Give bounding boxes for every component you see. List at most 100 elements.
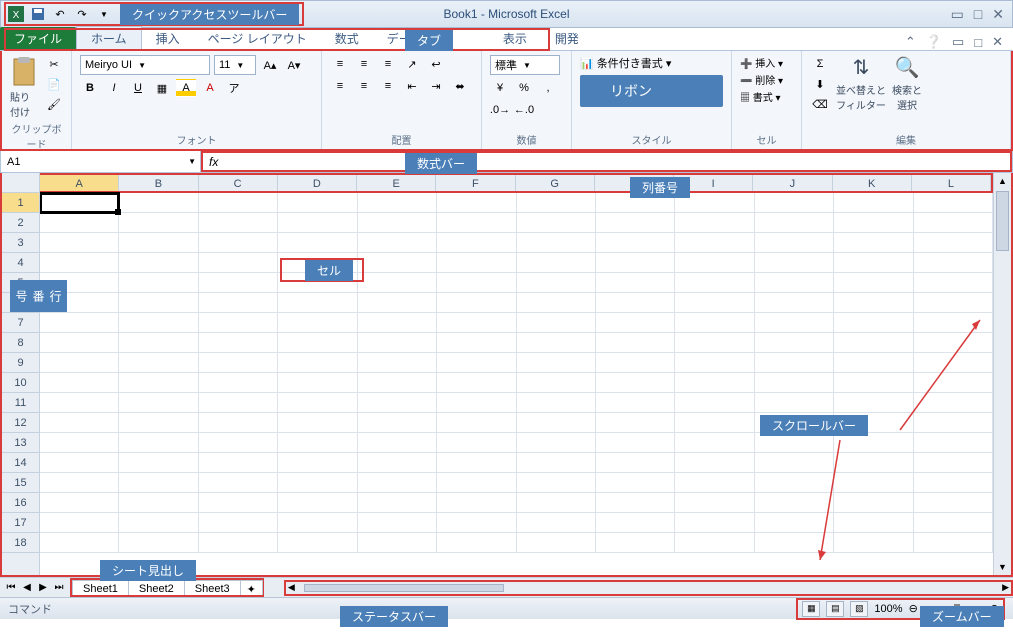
- cell-B14[interactable]: [119, 453, 198, 473]
- cell-D7[interactable]: [278, 313, 357, 333]
- cell-A9[interactable]: [40, 353, 119, 373]
- cell-I11[interactable]: [675, 393, 754, 413]
- row-header-4[interactable]: 4: [2, 253, 39, 273]
- cell-L4[interactable]: [914, 253, 993, 273]
- cell-L16[interactable]: [914, 493, 993, 513]
- sum-icon[interactable]: Σ: [810, 55, 830, 73]
- cell-F5[interactable]: [437, 273, 516, 293]
- zoom-in-icon[interactable]: ⊕: [990, 602, 999, 615]
- cell-A13[interactable]: [40, 433, 119, 453]
- cell-I2[interactable]: [675, 213, 754, 233]
- cell-E17[interactable]: [358, 513, 437, 533]
- cell-C17[interactable]: [199, 513, 278, 533]
- cell-F10[interactable]: [437, 373, 516, 393]
- cell-D8[interactable]: [278, 333, 357, 353]
- cell-G17[interactable]: [517, 513, 596, 533]
- row-header-6[interactable]: 6: [2, 293, 39, 313]
- cut-icon[interactable]: ✂: [44, 55, 64, 73]
- cell-K9[interactable]: [834, 353, 913, 373]
- cell-D13[interactable]: [278, 433, 357, 453]
- cell-D18[interactable]: [278, 533, 357, 553]
- row-header-8[interactable]: 8: [2, 333, 39, 353]
- cell-L7[interactable]: [914, 313, 993, 333]
- cell-A3[interactable]: [40, 233, 119, 253]
- col-header-A[interactable]: A: [40, 175, 119, 191]
- row-header-7[interactable]: 7: [2, 313, 39, 333]
- cell-G13[interactable]: [517, 433, 596, 453]
- sheet-prev-icon[interactable]: ◀: [20, 582, 34, 593]
- tab-insert[interactable]: 挿入: [142, 27, 194, 50]
- row-header-10[interactable]: 10: [2, 373, 39, 393]
- cell-E7[interactable]: [358, 313, 437, 333]
- cell-L5[interactable]: [914, 273, 993, 293]
- sort-filter-button[interactable]: ⇅ 並べ替えと フィルター: [836, 55, 886, 112]
- cell-F16[interactable]: [437, 493, 516, 513]
- cell-J18[interactable]: [755, 533, 834, 553]
- cell-J17[interactable]: [755, 513, 834, 533]
- save-icon[interactable]: [29, 5, 47, 23]
- cell-H14[interactable]: [596, 453, 675, 473]
- cell-H5[interactable]: [596, 273, 675, 293]
- cell-F11[interactable]: [437, 393, 516, 413]
- cell-J7[interactable]: [755, 313, 834, 333]
- col-header-J[interactable]: J: [753, 175, 832, 191]
- zoom-value[interactable]: 100%: [874, 603, 902, 615]
- align-top-icon[interactable]: ≡: [330, 55, 350, 73]
- select-all-corner[interactable]: [2, 173, 39, 193]
- cell-F8[interactable]: [437, 333, 516, 353]
- cell-J3[interactable]: [755, 233, 834, 253]
- cell-K11[interactable]: [834, 393, 913, 413]
- cell-E13[interactable]: [358, 433, 437, 453]
- cell-D2[interactable]: [278, 213, 357, 233]
- cell-J5[interactable]: [755, 273, 834, 293]
- grow-font-icon[interactable]: A▴: [260, 56, 280, 74]
- cell-L3[interactable]: [914, 233, 993, 253]
- view-normal-icon[interactable]: ▦: [802, 601, 820, 617]
- cell-F17[interactable]: [437, 513, 516, 533]
- cell-C4[interactable]: [199, 253, 278, 273]
- zoom-slider[interactable]: [924, 607, 984, 611]
- cell-I7[interactable]: [675, 313, 754, 333]
- cell-B8[interactable]: [119, 333, 198, 353]
- cell-C7[interactable]: [199, 313, 278, 333]
- close-icon[interactable]: ✕: [992, 6, 1004, 23]
- cell-K3[interactable]: [834, 233, 913, 253]
- row-header-15[interactable]: 15: [2, 473, 39, 493]
- row-header-2[interactable]: 2: [2, 213, 39, 233]
- cell-H15[interactable]: [596, 473, 675, 493]
- cell-C2[interactable]: [199, 213, 278, 233]
- cell-G10[interactable]: [517, 373, 596, 393]
- cells-insert-button[interactable]: ➕ 挿入 ▾: [740, 55, 793, 70]
- vertical-scrollbar[interactable]: ▲ ▼: [993, 173, 1011, 575]
- sheet-last-icon[interactable]: ⏭: [52, 582, 66, 593]
- cell-G2[interactable]: [517, 213, 596, 233]
- cell-D14[interactable]: [278, 453, 357, 473]
- hscroll-thumb[interactable]: [304, 584, 504, 592]
- cell-C5[interactable]: [199, 273, 278, 293]
- cell-C15[interactable]: [199, 473, 278, 493]
- cell-G12[interactable]: [517, 413, 596, 433]
- cell-A12[interactable]: [40, 413, 119, 433]
- orientation-icon[interactable]: ↗: [402, 55, 422, 73]
- tab-data[interactable]: データ: [373, 27, 437, 50]
- row-header-1[interactable]: 1: [2, 193, 39, 213]
- cell-J10[interactable]: [755, 373, 834, 393]
- align-mid-icon[interactable]: ≡: [354, 55, 374, 73]
- cell-H4[interactable]: [596, 253, 675, 273]
- italic-button[interactable]: I: [104, 79, 124, 97]
- cell-B11[interactable]: [119, 393, 198, 413]
- cell-E18[interactable]: [358, 533, 437, 553]
- paste-button[interactable]: 貼り付け: [10, 55, 38, 119]
- cell-G5[interactable]: [517, 273, 596, 293]
- align-right-icon[interactable]: ≡: [378, 77, 398, 95]
- cell-D1[interactable]: [278, 193, 357, 213]
- col-header-K[interactable]: K: [833, 175, 912, 191]
- cell-G11[interactable]: [517, 393, 596, 413]
- comma-icon[interactable]: ,: [538, 79, 558, 97]
- fx-icon[interactable]: fx: [203, 155, 224, 169]
- cell-L18[interactable]: [914, 533, 993, 553]
- cell-B6[interactable]: [119, 293, 198, 313]
- cell-E11[interactable]: [358, 393, 437, 413]
- cell-F12[interactable]: [437, 413, 516, 433]
- cell-I16[interactable]: [675, 493, 754, 513]
